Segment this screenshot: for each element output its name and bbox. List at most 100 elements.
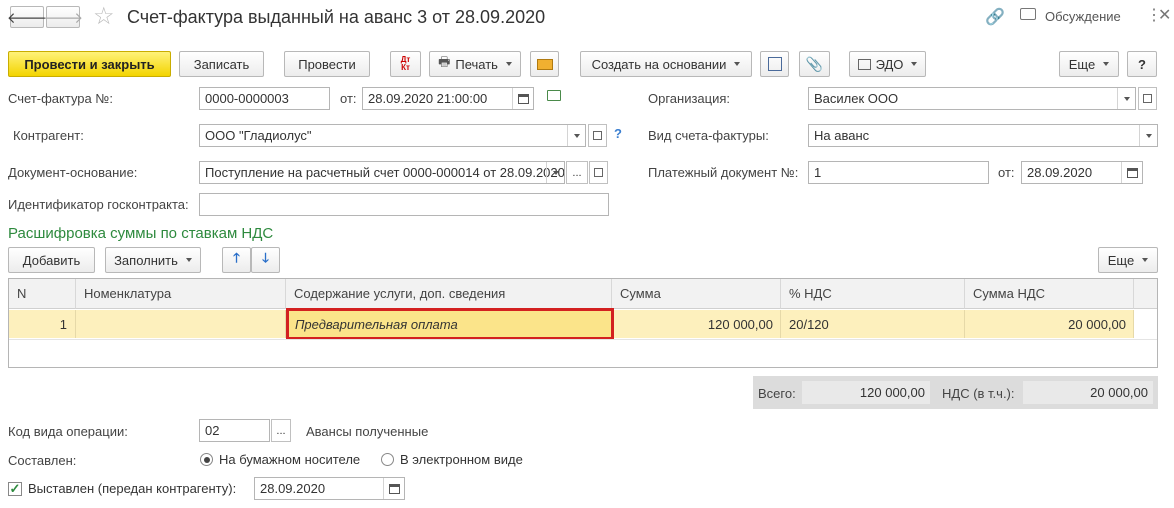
org-field[interactable]: Василек ООО xyxy=(808,87,1136,110)
issued-date-field[interactable]: 28.09.2020 xyxy=(254,477,405,500)
chevron-down-icon xyxy=(734,62,741,66)
paper-radio-label: На бумажном носителе xyxy=(219,452,361,467)
link-icon[interactable]: 🔗 xyxy=(985,7,1005,27)
add-button[interactable]: Добавить xyxy=(8,247,95,273)
arrow-right-icon: 🡒 xyxy=(42,9,84,27)
open-icon xyxy=(1143,94,1152,103)
calendar-icon xyxy=(517,93,529,104)
discussion-link[interactable]: Обсуждение xyxy=(1045,9,1121,24)
org-dropdown[interactable] xyxy=(1117,88,1135,109)
close-icon[interactable]: ✕ xyxy=(1158,5,1171,25)
cell-sum[interactable]: 120 000,00 xyxy=(614,310,781,338)
base-doc-open-button[interactable] xyxy=(589,161,608,184)
vat-total-field: 20 000,00 xyxy=(1023,381,1153,404)
col-header-sum[interactable]: Сумма xyxy=(612,279,781,309)
post-and-close-button[interactable]: Провести и закрыть xyxy=(8,51,171,77)
op-code-select-button[interactable]: ... xyxy=(271,419,291,442)
more-button[interactable]: Еще xyxy=(1059,51,1119,77)
discussion-icon[interactable] xyxy=(1020,8,1036,20)
op-code-field[interactable]: 02 xyxy=(199,419,270,442)
issued-checkbox[interactable]: ✓ xyxy=(8,481,22,496)
electronic-radio-label: В электронном виде xyxy=(400,452,523,467)
forward-button[interactable]: 🡒 xyxy=(42,6,84,28)
invoice-type-field[interactable]: На аванс xyxy=(808,124,1158,147)
cell-n[interactable]: 1 xyxy=(9,310,76,338)
payment-date-label: от: xyxy=(998,165,1015,180)
arrow-down-icon: 🡓 xyxy=(262,250,269,265)
fill-label: Заполнить xyxy=(114,252,178,268)
electronic-radio[interactable] xyxy=(381,453,394,466)
create-based-on-button[interactable]: Создать на основании xyxy=(580,51,752,77)
page-title: Счет-фактура выданный на аванс 3 от 28.0… xyxy=(127,7,546,27)
col-header-spacer xyxy=(1134,279,1157,309)
fill-button[interactable]: Заполнить xyxy=(105,247,201,273)
paper-radio-option[interactable]: На бумажном носителе xyxy=(200,452,360,467)
move-down-button[interactable]: 🡓 xyxy=(251,247,280,273)
structure-icon xyxy=(767,57,782,71)
base-doc-select-button[interactable]: ... xyxy=(566,161,588,184)
issued-checkbox-option[interactable]: ✓ Выставлен (передан контрагенту): xyxy=(8,481,236,496)
col-header-nomenclature[interactable]: Номенклатура xyxy=(76,279,286,309)
payment-date-field[interactable]: 28.09.2020 xyxy=(1021,161,1143,184)
base-doc-dropdown[interactable] xyxy=(546,162,564,183)
help-button[interactable]: ? xyxy=(1127,51,1157,77)
payment-date-value: 28.09.2020 xyxy=(1027,165,1093,180)
invoice-no-field[interactable]: 0000-0000003 xyxy=(199,87,330,110)
open-icon xyxy=(593,131,602,140)
structure-button[interactable] xyxy=(760,51,789,77)
col-header-vat-rate[interactable]: % НДС xyxy=(781,279,965,309)
electronic-radio-option[interactable]: В электронном виде xyxy=(381,452,523,467)
col-header-vat-sum[interactable]: Сумма НДС xyxy=(965,279,1134,309)
print-button[interactable]: 🖶 Печать xyxy=(429,51,521,77)
payment-doc-field[interactable]: 1 xyxy=(808,161,989,184)
invoice-date-field[interactable]: 28.09.2020 21:00:00 xyxy=(362,87,534,110)
paperclip-icon: 📎 xyxy=(805,55,824,72)
move-up-button[interactable]: 🡑 xyxy=(222,247,251,273)
save-button[interactable]: Записать xyxy=(179,51,264,77)
cell-content-selected[interactable]: Предварительная оплата xyxy=(286,308,614,340)
attach-button[interactable]: 📎 xyxy=(799,51,830,77)
print-label: Печать xyxy=(455,56,498,72)
arrow-up-icon: 🡑 xyxy=(233,250,240,265)
calendar-button[interactable] xyxy=(1121,162,1142,183)
vat-table[interactable]: N Номенклатура Содержание услуги, доп. с… xyxy=(8,278,1158,368)
edo-button[interactable]: ЭДО xyxy=(849,51,926,77)
total-label: Всего: xyxy=(758,386,796,401)
status-check-icon[interactable] xyxy=(547,90,561,101)
col-header-n[interactable]: N xyxy=(9,279,76,309)
open-icon xyxy=(594,168,603,177)
gov-contract-field[interactable] xyxy=(199,193,609,216)
org-value: Василек ООО xyxy=(814,91,899,106)
cell-nomenclature[interactable] xyxy=(76,310,286,338)
cell-vat-rate[interactable]: 20/120 xyxy=(781,310,965,338)
help-question-icon[interactable]: ? xyxy=(614,126,622,141)
invoice-no-label: Счет-фактура №: xyxy=(8,91,113,106)
counterparty-dropdown[interactable] xyxy=(567,125,585,146)
chevron-down-icon xyxy=(505,62,512,66)
org-open-button[interactable] xyxy=(1138,87,1157,110)
invoice-date-value: 28.09.2020 21:00:00 xyxy=(368,91,488,106)
paper-radio[interactable] xyxy=(200,453,213,466)
arrow-left-icon: 🡐 xyxy=(6,9,48,27)
chevron-down-icon xyxy=(1103,62,1110,66)
chevron-down-icon xyxy=(911,62,918,66)
total-field: 120 000,00 xyxy=(802,381,930,404)
calendar-button[interactable] xyxy=(383,478,404,499)
chevron-down-icon xyxy=(1142,258,1149,262)
invoice-date-label: от: xyxy=(340,91,357,106)
base-doc-field[interactable]: Поступление на расчетный счет 0000-00001… xyxy=(199,161,565,184)
email-button[interactable] xyxy=(530,51,559,77)
col-header-content[interactable]: Содержание услуги, доп. сведения xyxy=(286,279,612,309)
calendar-button[interactable] xyxy=(512,88,533,109)
dtkt-button[interactable]: Дт Кт xyxy=(390,51,421,77)
counterparty-open-button[interactable] xyxy=(588,124,607,147)
post-button[interactable]: Провести xyxy=(284,51,370,77)
org-label: Организация: xyxy=(648,91,731,106)
back-button[interactable]: 🡐 xyxy=(6,6,48,28)
more-label: Еще xyxy=(1068,56,1096,72)
cell-vat-sum[interactable]: 20 000,00 xyxy=(965,310,1134,338)
star-icon[interactable]: ☆ xyxy=(93,2,115,31)
counterparty-field[interactable]: ООО "Гладиолус" xyxy=(199,124,586,147)
invoice-type-dropdown[interactable] xyxy=(1139,125,1157,146)
table-more-button[interactable]: Еще xyxy=(1098,247,1158,273)
